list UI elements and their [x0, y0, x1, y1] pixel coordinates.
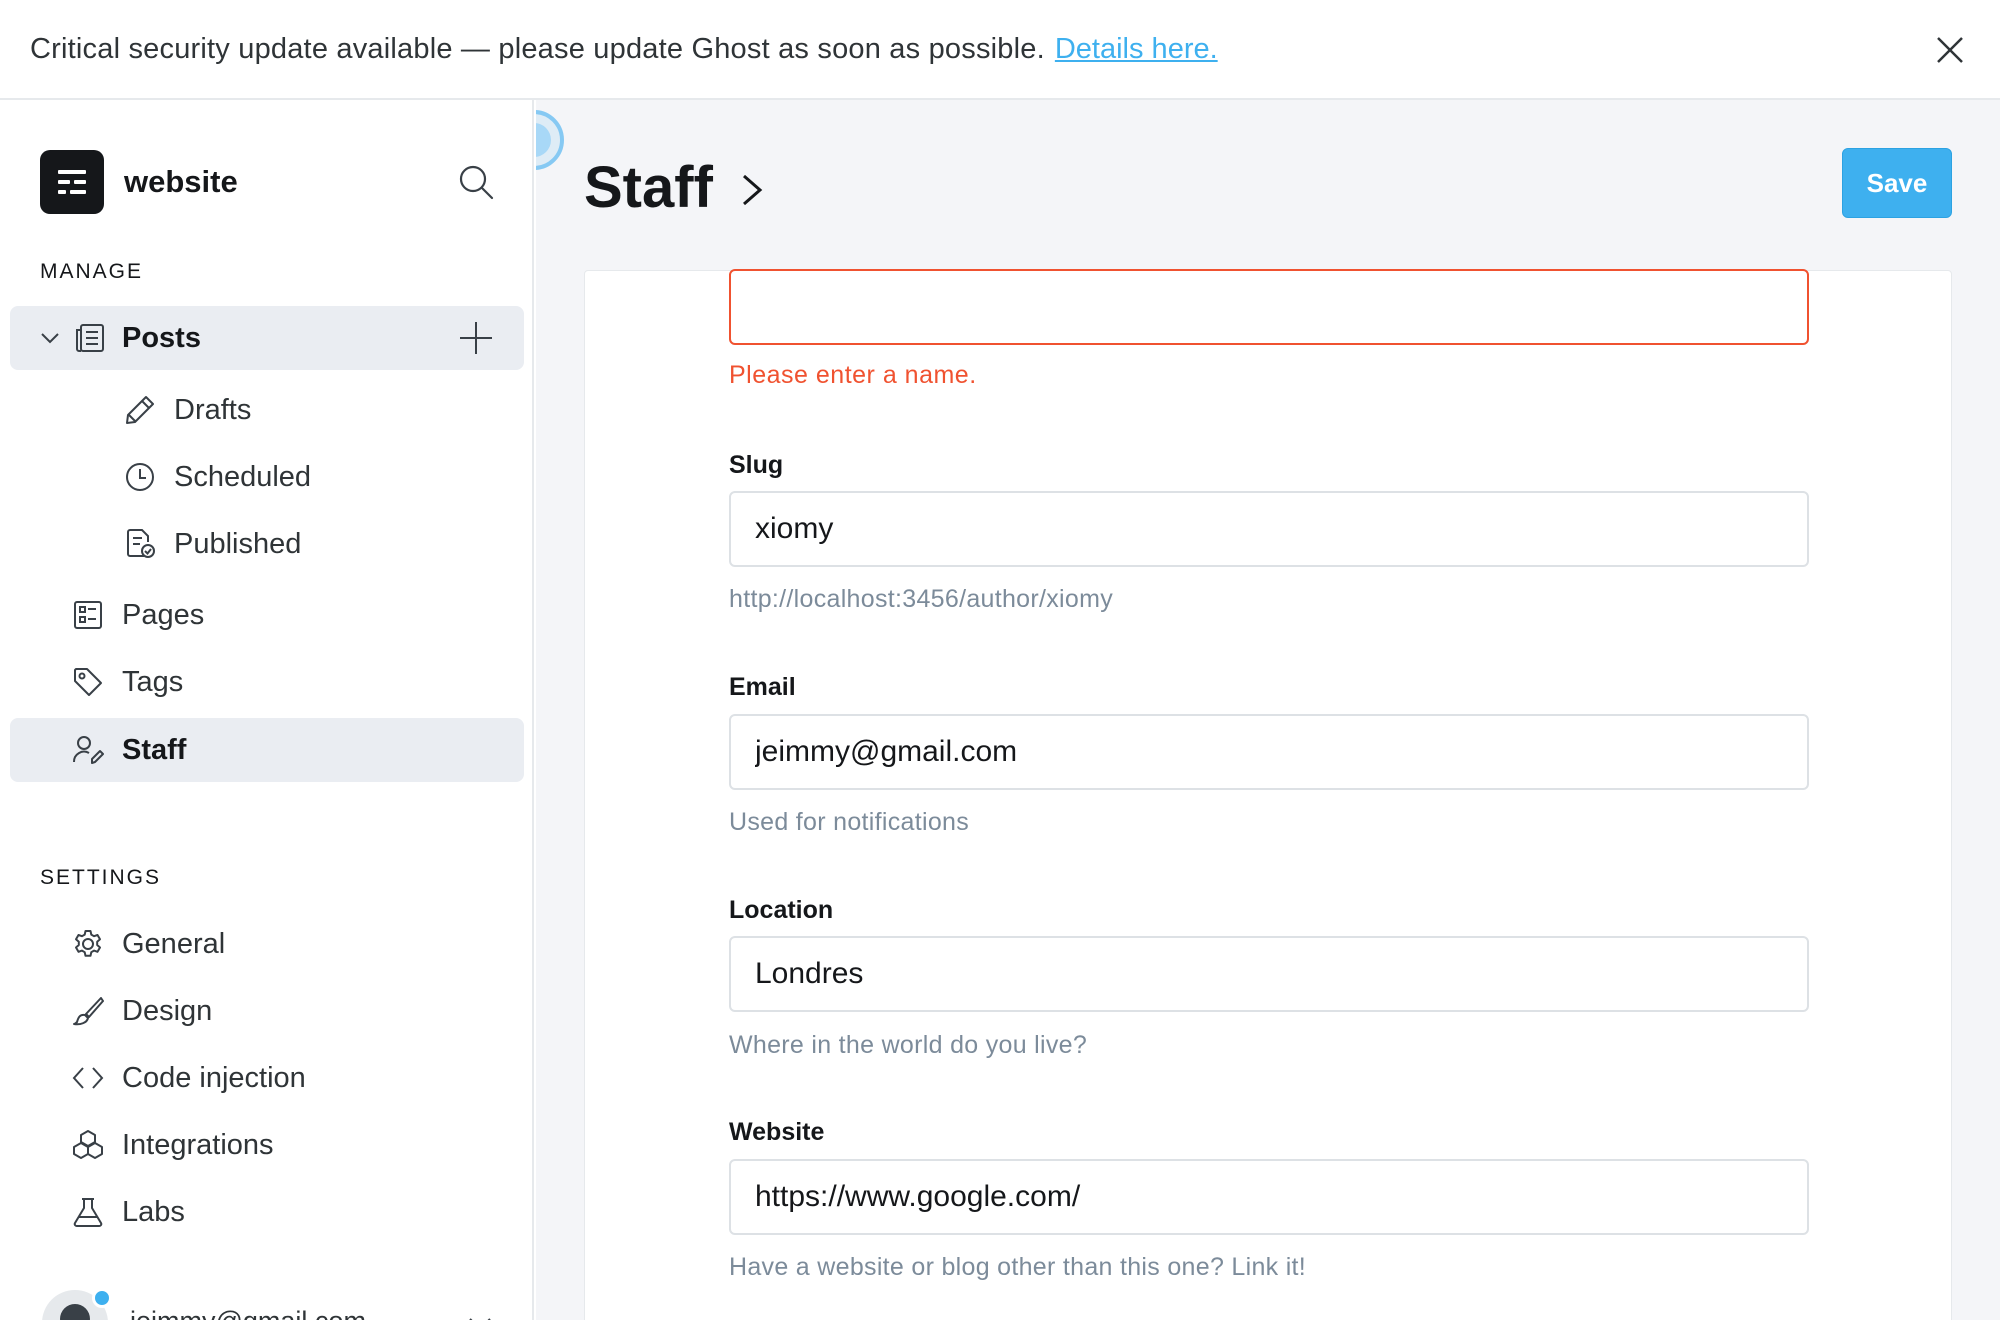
banner-message: Critical security update available — ple…: [30, 32, 1045, 65]
sidebar-item-label: Staff: [122, 733, 187, 766]
sidebar-item-design[interactable]: Design: [10, 979, 524, 1043]
sidebar-item-label: Design: [122, 994, 213, 1027]
published-icon: [127, 529, 155, 558]
sidebar-item-scheduled[interactable]: Scheduled: [10, 445, 524, 509]
location-label: Location: [729, 896, 834, 924]
sidebar-item-label: Pages: [122, 598, 205, 631]
brush-icon: [73, 997, 104, 1026]
location-hint: Where in the world do you live?: [729, 1031, 1088, 1059]
website-hint: Have a website or blog other than this o…: [729, 1253, 1307, 1281]
name-error: Please enter a name.: [729, 361, 977, 389]
sidebar-item-label: Drafts: [174, 393, 252, 426]
site-brand[interactable]: website: [40, 150, 238, 214]
search-icon[interactable]: [456, 162, 496, 202]
sidebar-item-label: Scheduled: [174, 460, 312, 493]
site-logo-icon: [40, 150, 104, 214]
chevron-down-icon[interactable]: [38, 326, 62, 350]
staff-icon: [72, 736, 104, 764]
sidebar-item-label: Posts: [122, 321, 201, 354]
user-email[interactable]: jeimmy@gmail.com: [130, 1306, 366, 1320]
sidebar-item-general[interactable]: General: [10, 912, 524, 976]
sidebar-item-pages[interactable]: Pages: [10, 583, 524, 647]
sidebar-item-drafts[interactable]: Drafts: [10, 378, 524, 442]
staff-form-card: Please enter a name. Slug http://localho…: [584, 269, 1952, 1320]
chevron-right-icon: [743, 174, 763, 206]
settings-section-title: SETTINGS: [40, 866, 162, 889]
sidebar-item-posts[interactable]: Posts: [10, 306, 524, 370]
sidebar-item-label: Tags: [122, 665, 184, 698]
name-field[interactable]: [729, 269, 1809, 345]
posts-icon: [76, 324, 104, 352]
sidebar-item-code-injection[interactable]: Code injection: [10, 1046, 524, 1110]
pages-icon: [74, 601, 102, 629]
security-banner: Critical security update available — ple…: [0, 0, 2000, 100]
code-icon: [72, 1067, 104, 1089]
sidebar-item-label: General: [122, 927, 226, 960]
flask-icon: [73, 1198, 103, 1227]
gear-icon: [75, 930, 101, 957]
notification-dot: [92, 1288, 112, 1308]
clock-icon: [126, 463, 154, 491]
close-icon[interactable]: [1930, 30, 1970, 70]
sidebar-item-tags[interactable]: Tags: [10, 650, 524, 714]
chevron-down-icon[interactable]: [466, 1310, 494, 1320]
slug-field[interactable]: [729, 491, 1809, 567]
sidebar-item-label: Integrations: [122, 1128, 274, 1161]
website-field[interactable]: [729, 1159, 1809, 1235]
sidebar-item-published[interactable]: Published: [10, 512, 524, 576]
sidebar: website MANAGE Posts Drafts Scheduled Pu…: [0, 100, 534, 1320]
slug-hint: http://localhost:3456/author/xiomy: [729, 585, 1114, 613]
main-content: Staff Save Please enter a name. Slug htt…: [536, 100, 2000, 1320]
save-button[interactable]: Save: [1842, 148, 1952, 218]
integrations-icon: [73, 1130, 103, 1159]
page-title[interactable]: Staff: [584, 154, 713, 221]
pencil-icon: [126, 396, 154, 424]
manage-section-title: MANAGE: [40, 260, 144, 283]
email-field[interactable]: [729, 714, 1809, 790]
sidebar-item-integrations[interactable]: Integrations: [10, 1113, 524, 1177]
sidebar-item-label: Published: [174, 527, 302, 560]
sidebar-item-staff[interactable]: Staff: [10, 718, 524, 782]
banner-details-link[interactable]: Details here.: [1055, 33, 1218, 66]
tag-icon: [74, 668, 102, 696]
email-label: Email: [729, 673, 796, 701]
sidebar-item-label: Labs: [122, 1195, 185, 1228]
email-hint: Used for notifications: [729, 808, 970, 836]
location-field[interactable]: [729, 936, 1809, 1012]
sidebar-item-labs[interactable]: Labs: [10, 1180, 524, 1244]
site-name: website: [124, 164, 238, 199]
slug-label: Slug: [729, 451, 784, 479]
tour-hotspot[interactable]: [536, 110, 564, 170]
add-post-icon[interactable]: [458, 320, 494, 356]
website-label: Website: [729, 1118, 825, 1146]
sidebar-item-label: Code injection: [122, 1061, 306, 1094]
